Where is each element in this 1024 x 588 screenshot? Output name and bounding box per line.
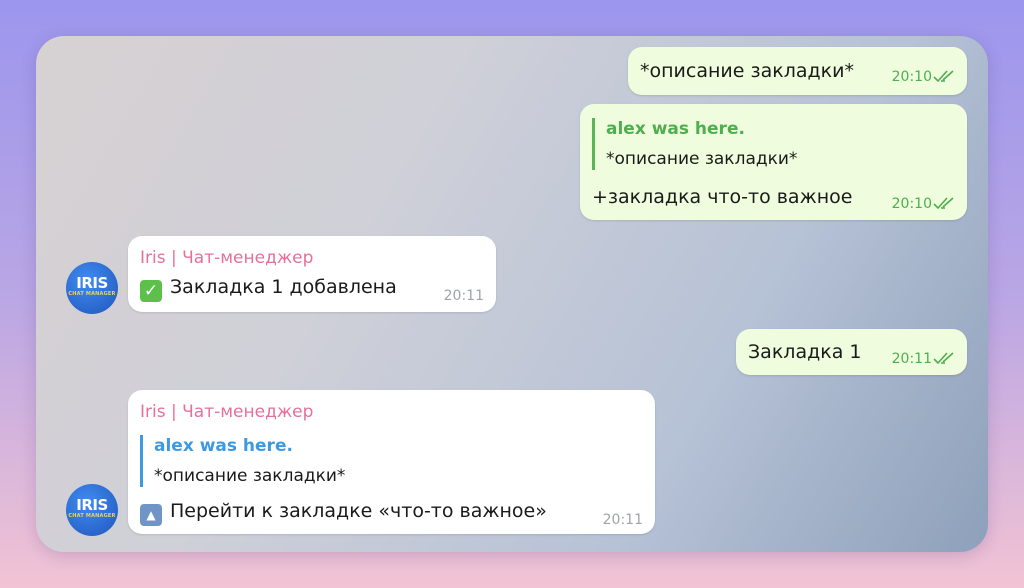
incoming-message[interactable]: Iris | Чат-менеджер ✓ Закладка 1 добавлен…	[128, 236, 496, 312]
avatar-label: IRIS	[76, 496, 108, 514]
reply-text: *описание закладки*	[154, 466, 346, 486]
message-text: ✓ Закладка 1 добавлена	[140, 276, 397, 302]
check-mark-icon: ✓	[140, 280, 162, 302]
message-time: 20:11	[443, 288, 484, 304]
reply-author: alex was here.	[606, 119, 745, 139]
outgoing-message[interactable]: Закладка 1 20:11	[736, 329, 967, 375]
message-time: 20:10	[892, 196, 959, 212]
avatar-label: IRIS	[76, 274, 108, 292]
sender-name[interactable]: Iris | Чат-менеджер	[140, 248, 313, 268]
message-text: +закладка что-то важное	[592, 186, 853, 208]
message-text: Закладка 1	[748, 341, 862, 363]
reply-author: alex was here.	[154, 436, 293, 456]
avatar[interactable]: IRIS CHAT MANAGER	[66, 262, 118, 314]
incoming-message-reply[interactable]: Iris | Чат-менеджер alex was here. *опис…	[128, 390, 655, 534]
chat-window: *описание закладки* 20:10 alex was here.…	[36, 36, 988, 552]
up-arrow-icon: ▲	[140, 504, 162, 526]
sender-name[interactable]: Iris | Чат-менеджер	[140, 402, 313, 422]
double-check-icon	[933, 70, 954, 83]
reply-text: *описание закладки*	[606, 149, 798, 169]
reply-quote[interactable]: alex was here. *описание закладки*	[140, 435, 345, 487]
double-check-icon	[933, 197, 954, 210]
avatar[interactable]: IRIS CHAT MANAGER	[66, 484, 118, 536]
time-label: 20:11	[891, 351, 932, 367]
avatar-sublabel: CHAT MANAGER	[68, 513, 116, 519]
message-body: Закладка 1 добавлена	[170, 276, 397, 298]
message-text: ▲ Перейти к закладке «что-то важное»	[140, 500, 547, 526]
avatar-sublabel: CHAT MANAGER	[68, 291, 116, 297]
message-time: 20:11	[892, 351, 959, 367]
message-time: 20:11	[602, 512, 643, 528]
outgoing-message-reply[interactable]: alex was here. *описание закладки* +закл…	[580, 104, 967, 220]
message-body: Перейти к закладке «что-то важное»	[170, 500, 547, 522]
reply-quote[interactable]: alex was here. *описание закладки*	[592, 118, 797, 170]
outgoing-message[interactable]: *описание закладки* 20:10	[628, 47, 967, 95]
double-check-icon	[933, 352, 954, 365]
message-time: 20:10	[892, 69, 959, 85]
message-text: *описание закладки*	[640, 60, 854, 82]
time-label: 20:10	[891, 69, 932, 85]
time-label: 20:10	[891, 196, 932, 212]
